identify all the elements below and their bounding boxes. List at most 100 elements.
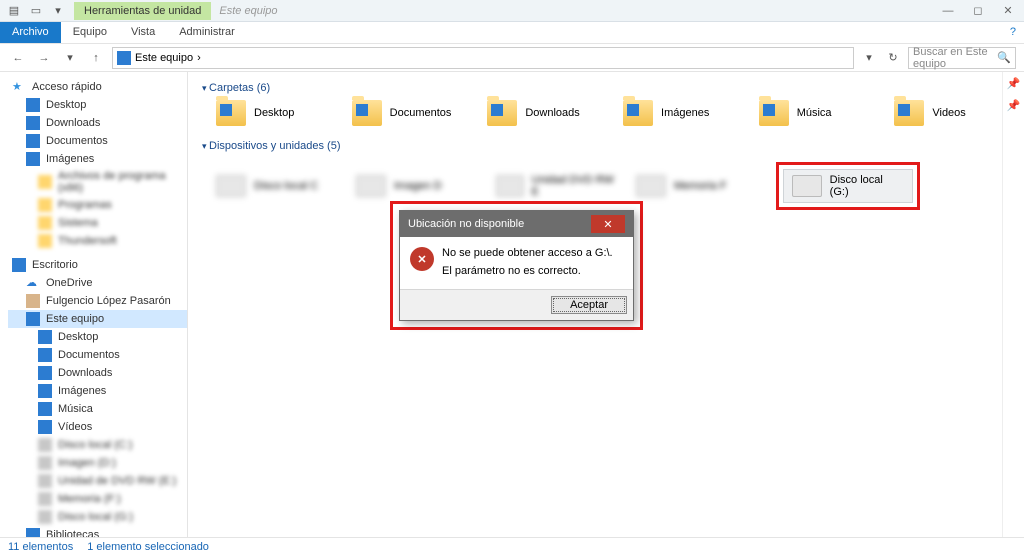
dialog-message: No se puede obtener acceso a G:\. El par… [442,247,613,283]
folder-icon [894,100,924,126]
user-icon [26,294,40,308]
search-input[interactable]: Buscar en Este equipo 🔍 [908,47,1016,69]
maximize-button[interactable]: ◻ [964,2,992,20]
dialog-ok-button[interactable]: Aceptar [551,296,627,314]
folder-documentos[interactable]: Documentos [352,100,468,126]
folder-icon [38,198,52,212]
qat-props-icon[interactable]: ▭ [26,2,46,20]
minimize-button[interactable]: — [934,2,962,20]
pin-icon[interactable]: 📌 [1003,94,1024,116]
dialog-close-button[interactable]: ✕ [591,215,625,233]
ribbon-context-tab[interactable]: Herramientas de unidad [74,2,211,20]
folder-icon [352,100,382,126]
qat-explorer-icon[interactable]: ▤ [4,2,24,20]
drive-g-label: Disco local (G:) [830,174,904,198]
group-folders-header[interactable]: Carpetas (6) [202,82,1010,94]
sidebar-drive[interactable]: Unidad de DVD RW (E:) [8,472,187,490]
sidebar-drive[interactable]: Disco local (C:) [8,436,187,454]
forward-button[interactable]: → [34,48,54,68]
device-blurred[interactable]: Memoria F [636,162,756,210]
sidebar-desktop[interactable]: Desktop [8,96,187,114]
sidebar-sub-videos[interactable]: Vídeos [8,418,187,436]
sidebar-sub-documentos[interactable]: Documentos [8,346,187,364]
sidebar-drive[interactable]: Imagen (D:) [8,454,187,472]
sidebar-este-equipo[interactable]: Este equipo [8,310,187,328]
pc-icon [117,51,131,65]
back-button[interactable]: ← [8,48,28,68]
drive-icon [38,438,52,452]
sidebar-sub-imagenes[interactable]: Imágenes [8,382,187,400]
drive-icon [792,175,822,197]
search-placeholder: Buscar en Este equipo [913,46,997,70]
menu-file[interactable]: Archivo [0,22,61,43]
sidebar-downloads[interactable]: Downloads [8,114,187,132]
dialog-buttons: Aceptar [400,289,633,320]
recent-dropdown[interactable]: ▾ [60,48,80,68]
sidebar-imagenes[interactable]: Imágenes [8,150,187,168]
menu-vista[interactable]: Vista [119,22,167,43]
pc-icon [26,312,40,326]
folder-icon [38,234,52,248]
library-icon [26,528,40,537]
images-icon [38,384,52,398]
up-button[interactable]: ↑ [86,48,106,68]
music-icon [38,402,52,416]
help-icon[interactable]: ? [1002,22,1024,43]
drive-g-item[interactable]: Disco local (G:) [783,169,913,203]
sidebar-documentos[interactable]: Documentos [8,132,187,150]
sidebar-onedrive[interactable]: ☁OneDrive [8,274,187,292]
sidebar-blurred-item[interactable]: Archivos de programa (x86) [8,168,187,196]
dialog-titlebar[interactable]: Ubicación no disponible ✕ [400,211,633,237]
folder-imagenes[interactable]: Imágenes [623,100,739,126]
close-button[interactable]: ✕ [994,2,1022,20]
sidebar-bibliotecas[interactable]: Bibliotecas [8,526,187,537]
sidebar-sub-musica[interactable]: Música [8,400,187,418]
monitor-icon [12,258,26,272]
sidebar-blurred-item[interactable]: Thundersoft [8,232,187,250]
group-devices-header[interactable]: Dispositivos y unidades (5) [202,140,1010,152]
folder-icon [216,100,246,126]
sidebar-user[interactable]: Fulgencio López Pasarón [8,292,187,310]
sidebar-drive[interactable]: Disco local (G:) [8,508,187,526]
address-box[interactable]: Este equipo › [112,47,854,69]
sidebar-blurred-item[interactable]: Sistema [8,214,187,232]
star-icon: ★ [12,80,26,94]
pin-bar: 📌 📌 [1002,72,1024,537]
menu-equipo[interactable]: Equipo [61,22,119,43]
documents-icon [38,348,52,362]
breadcrumb-sep: › [197,52,201,64]
drive-icon [38,456,52,470]
folder-desktop[interactable]: Desktop [216,100,332,126]
address-bar: ← → ▾ ↑ Este equipo › ▾ ↻ Buscar en Este… [0,44,1024,72]
address-history-dropdown[interactable]: ▾ [860,51,878,64]
error-icon: ✕ [410,247,434,271]
drive-icon [38,474,52,488]
window-title: Este equipo [219,5,277,17]
sidebar-blurred-item[interactable]: Programas [8,196,187,214]
status-selected: 1 elemento seleccionado [87,541,209,553]
qat-dropdown-icon[interactable]: ▾ [48,2,68,20]
images-icon [26,152,40,166]
drive-icon [216,175,246,197]
desktop-icon [38,330,52,344]
refresh-button[interactable]: ↻ [884,51,902,64]
folder-videos[interactable]: Videos [894,100,1010,126]
folder-musica[interactable]: Música [759,100,875,126]
video-icon [38,420,52,434]
device-blurred[interactable]: Disco local C [216,162,336,210]
sidebar: ★Acceso rápido Desktop Downloads Documen… [0,72,188,537]
drive-icon [38,510,52,524]
sidebar-sub-desktop[interactable]: Desktop [8,328,187,346]
pin-icon[interactable]: 📌 [1003,72,1024,94]
sidebar-sub-downloads[interactable]: Downloads [8,364,187,382]
menu-administrar[interactable]: Administrar [167,22,247,43]
folder-icon [38,216,52,230]
dialog-highlight: Ubicación no disponible ✕ ✕ No se puede … [390,201,643,330]
download-icon [26,116,40,130]
window-controls: — ◻ ✕ [934,2,1024,20]
folder-downloads[interactable]: Downloads [487,100,603,126]
drive-icon [38,492,52,506]
sidebar-quick-access[interactable]: ★Acceso rápido [8,78,187,96]
sidebar-drive[interactable]: Memoria (F:) [8,490,187,508]
sidebar-escritorio[interactable]: Escritorio [8,256,187,274]
